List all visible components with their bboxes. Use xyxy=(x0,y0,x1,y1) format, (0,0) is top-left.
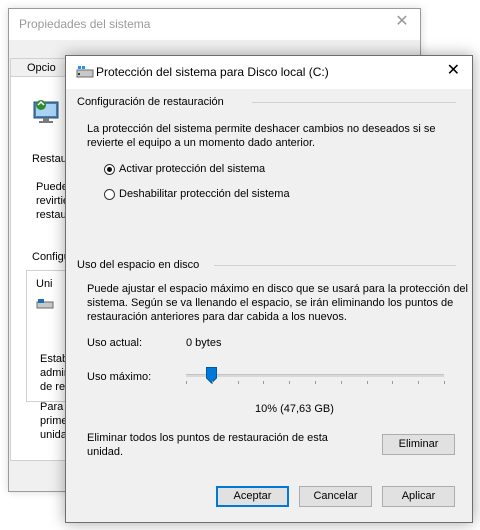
section-divider xyxy=(214,265,456,266)
slider-tick xyxy=(366,381,368,384)
delete-points-text: unidad. xyxy=(87,446,124,458)
cancel-button[interactable]: Cancelar xyxy=(299,486,372,507)
slider-track[interactable] xyxy=(186,374,444,377)
slider-tick xyxy=(211,381,213,384)
system-properties-titlebar: Propiedades del sistema ✕ xyxy=(9,9,420,41)
slider-tick xyxy=(289,381,291,384)
slider-tick xyxy=(315,381,316,384)
delete-points-text: Eliminar todos los puntos de restauració… xyxy=(87,432,328,444)
slider-tick xyxy=(418,381,420,384)
ok-button[interactable]: Aceptar xyxy=(216,486,289,507)
disk-usage-description: sistema. Según se va llenando el espacio… xyxy=(87,297,454,309)
slider-tick xyxy=(237,381,239,384)
max-usage-value: 10% (47,63 GB) xyxy=(255,403,334,415)
slider-tick xyxy=(444,381,445,384)
bg-text-line: unida xyxy=(40,429,67,441)
slider-tick xyxy=(263,381,265,384)
bg-text-line: Estab xyxy=(40,353,69,365)
restore-description: revierte el equipo a un momento dado ant… xyxy=(87,137,316,149)
current-usage-value: 0 bytes xyxy=(186,337,222,349)
restore-settings-heading: Configuración de restauración xyxy=(77,96,224,108)
radio-enable-label[interactable]: Activar protección del sistema xyxy=(119,163,265,175)
bg-restore-heading: Restau xyxy=(32,153,67,165)
disk-usage-description: Puede ajustar el espacio máximo en disco… xyxy=(87,283,468,295)
radio-disable-label[interactable]: Deshabilitar protección del sistema xyxy=(119,188,290,200)
system-protection-dialog: Protección del sistema para Disco local … xyxy=(65,55,473,523)
bg-drive-icon xyxy=(36,299,54,309)
disk-usage-description: restauración anteriores para dar cabida … xyxy=(87,311,347,323)
drive-icon xyxy=(76,66,94,78)
max-usage-label: Uso máximo: xyxy=(87,371,152,383)
dialog-title: Protección del sistema para Disco local … xyxy=(96,65,329,79)
delete-button[interactable]: Eliminar xyxy=(382,434,455,455)
apply-button[interactable]: Aplicar xyxy=(382,486,455,507)
tab-opciones-avanzadas[interactable]: Opcio xyxy=(10,58,68,76)
disk-usage-heading: Uso del espacio en disco xyxy=(77,259,200,271)
bg-text-line: prime xyxy=(40,415,68,427)
current-usage-label: Uso actual: xyxy=(87,337,143,349)
system-properties-title: Propiedades del sistema xyxy=(19,17,151,31)
radio-selected-icon[interactable] xyxy=(104,163,115,175)
radio-disable-protection[interactable]: Deshabilitar protección del sistema xyxy=(104,188,290,200)
system-properties-close-icon[interactable]: ✕ xyxy=(394,14,410,30)
bg-drives-header: Uni xyxy=(36,278,53,290)
radio-enable-protection[interactable]: Activar protección del sistema xyxy=(104,163,265,175)
section-divider xyxy=(252,102,456,103)
system-protection-monitor-icon xyxy=(33,100,59,123)
bg-text-line: Puede xyxy=(36,181,68,193)
restore-description: La protección del sistema permite deshac… xyxy=(87,123,436,135)
close-icon[interactable]: ✕ xyxy=(447,63,460,79)
dialog-titlebar: Protección del sistema para Disco local … xyxy=(66,56,472,89)
slider-tick xyxy=(186,381,187,384)
slider-tick xyxy=(340,381,342,384)
radio-unselected-icon[interactable] xyxy=(104,188,115,200)
bg-text-line: Para xyxy=(40,401,64,413)
slider-tick xyxy=(392,381,394,384)
